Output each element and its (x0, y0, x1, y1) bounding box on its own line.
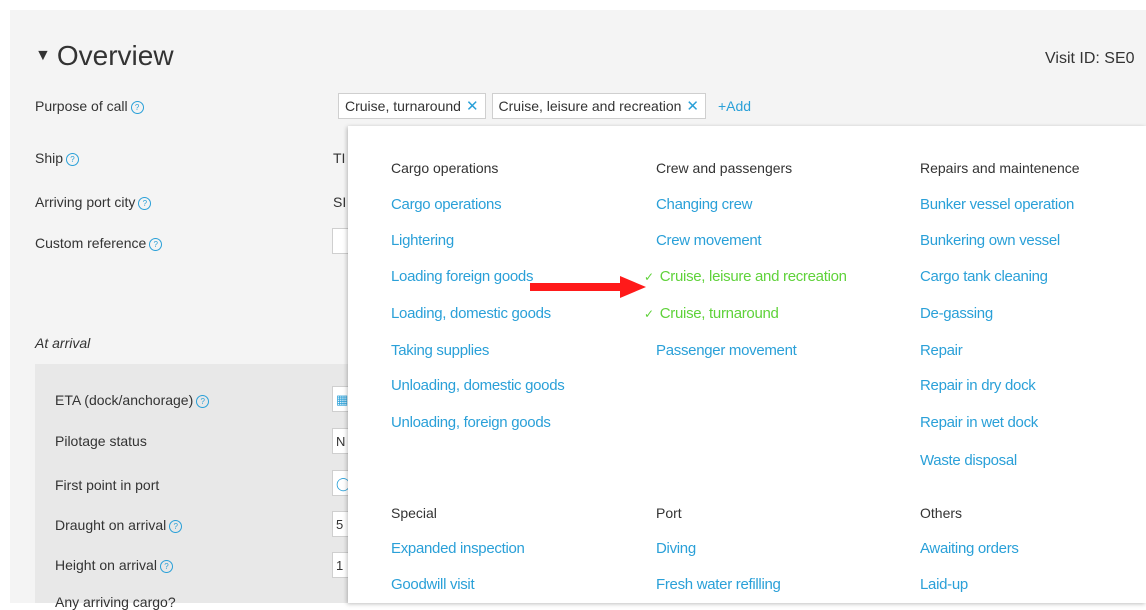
menu-option[interactable]: Goodwill visit (391, 576, 475, 593)
menu-option-label: Cruise, turnaround (659, 305, 779, 322)
menu-option-selected[interactable]: ✓ Cruise, leisure and recreation (644, 268, 847, 285)
overview-title: Overview (56, 40, 174, 71)
crew-passengers-heading: Crew and passengers (656, 160, 793, 176)
draught-label: Draught on arrival? (55, 517, 183, 533)
overview-header[interactable]: ▼ Overview (35, 40, 174, 72)
menu-option[interactable]: Bunker vessel operation (920, 196, 1074, 213)
visit-id: Visit ID: SE0 (1045, 50, 1135, 67)
help-icon[interactable]: ? (66, 153, 80, 166)
menu-option[interactable]: Loading, domestic goods (391, 305, 551, 322)
menu-option[interactable]: Crew movement (656, 232, 762, 249)
pilotage-status-label: Pilotage status (55, 433, 147, 449)
purpose-dropdown-menu: Cargo operations Cargo operations Lighte… (348, 126, 1146, 603)
purpose-tags: Cruise, turnaround ✕ Cruise, leisure and… (338, 93, 751, 119)
arrow-shaft (530, 283, 624, 291)
at-arrival-heading: At arrival (35, 335, 91, 351)
menu-option[interactable]: Diving (656, 540, 696, 557)
menu-option[interactable]: Repair (920, 342, 963, 359)
purpose-tag: Cruise, turnaround ✕ (338, 93, 486, 119)
menu-option[interactable]: Unloading, domestic goods (391, 377, 565, 394)
help-icon[interactable]: ? (138, 197, 152, 210)
purpose-tag-label: Cruise, turnaround (345, 98, 461, 114)
height-label-text: Height on arrival (55, 557, 157, 573)
menu-option[interactable]: Fresh water refilling (656, 576, 781, 593)
special-heading: Special (391, 505, 437, 521)
others-heading: Others (920, 505, 963, 521)
port-heading: Port (656, 505, 682, 521)
remove-tag-icon[interactable]: ✕ (466, 97, 479, 115)
menu-option[interactable]: Loading foreign goods (391, 268, 533, 285)
ship-value: TI (333, 150, 346, 166)
arriving-label-text: Arriving port city (35, 194, 136, 210)
custom-reference-label: Custom reference? (35, 235, 163, 251)
help-icon[interactable]: ? (130, 101, 144, 114)
add-purpose-button[interactable]: +Add (718, 98, 751, 114)
menu-option[interactable]: Bunkering own vessel (920, 232, 1060, 249)
help-icon[interactable]: ? (149, 238, 163, 251)
menu-option[interactable]: Passenger movement (656, 342, 797, 359)
purpose-tag: Cruise, leisure and recreation ✕ (491, 93, 706, 119)
check-icon: ✓ (644, 307, 654, 321)
arriving-cargo-label: Any arriving cargo? (55, 594, 176, 610)
menu-option[interactable]: Lightering (391, 232, 454, 249)
purpose-tag-label: Cruise, leisure and recreation (498, 98, 682, 114)
height-label: Height on arrival? (55, 557, 173, 573)
purpose-of-call-label: Purpose of call? (35, 98, 144, 114)
repairs-heading: Repairs and maintenence (920, 160, 1080, 176)
menu-option[interactable]: Cargo operations (391, 196, 502, 213)
cargo-operations-heading: Cargo operations (391, 160, 499, 176)
arrow-head (620, 276, 646, 298)
menu-option[interactable]: Expanded inspection (391, 540, 525, 557)
collapse-caret-icon[interactable]: ▼ (35, 47, 51, 65)
menu-option[interactable]: Awaiting orders (920, 540, 1019, 557)
menu-option[interactable]: Waste disposal (920, 452, 1017, 469)
menu-option[interactable]: Repair in wet dock (920, 414, 1038, 431)
help-icon[interactable]: ? (159, 560, 173, 573)
red-arrow-annotation (530, 276, 646, 298)
ship-label: Ship? (35, 150, 80, 166)
menu-option[interactable]: Changing crew (656, 196, 752, 213)
menu-option-selected[interactable]: ✓ Cruise, turnaround (644, 305, 779, 322)
purpose-label-text: Purpose of call (35, 98, 128, 114)
eta-label: ETA (dock/anchorage)? (55, 392, 210, 408)
help-icon[interactable]: ? (169, 520, 183, 533)
menu-option[interactable]: Unloading, foreign goods (391, 414, 551, 431)
custom-ref-label-text: Custom reference (35, 235, 147, 251)
first-point-label: First point in port (55, 477, 160, 493)
menu-option-label: Cruise, leisure and recreation (659, 268, 847, 285)
menu-option[interactable]: De-gassing (920, 305, 993, 322)
menu-option[interactable]: Repair in dry dock (920, 377, 1036, 394)
eta-label-text: ETA (dock/anchorage) (55, 392, 194, 408)
menu-option[interactable]: Taking supplies (391, 342, 489, 359)
arriving-port-city-value: SI (333, 194, 347, 210)
menu-option[interactable]: Laid-up (920, 576, 968, 593)
ship-label-text: Ship (35, 150, 64, 166)
draught-label-text: Draught on arrival (55, 517, 167, 533)
arriving-port-city-label: Arriving port city? (35, 194, 152, 210)
menu-option[interactable]: Cargo tank cleaning (920, 268, 1048, 285)
help-icon[interactable]: ? (196, 395, 210, 408)
remove-tag-icon[interactable]: ✕ (686, 97, 699, 115)
